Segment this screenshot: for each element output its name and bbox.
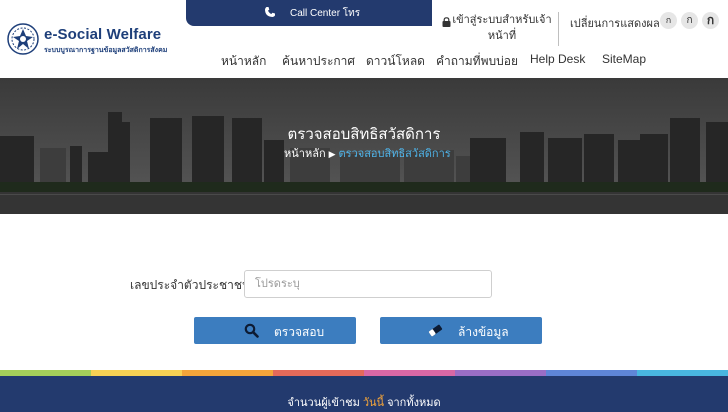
visitor-counter-today: วันนี้ bbox=[362, 397, 385, 409]
visitor-counter-prefix: จำนวนผู้เข้าชม bbox=[287, 397, 360, 409]
page-banner: ตรวจสอบสิทธิสวัสดิการ หน้าหลัก ▶ ตรวจสอบสิ… bbox=[0, 78, 728, 214]
page-title: ตรวจสอบสิทธิสวัสดิการ bbox=[287, 126, 441, 143]
brand-title: e-Social Welfare bbox=[44, 26, 162, 43]
breadcrumb-current: ตรวจสอบสิทธิสวัสดิการ bbox=[338, 148, 451, 160]
citizen-id-label: เลขประจำตัวประชาชน bbox=[130, 278, 251, 292]
check-rights-button[interactable]: ตรวจสอบ bbox=[194, 317, 356, 344]
check-rights-label: ตรวจสอบ bbox=[274, 325, 325, 339]
display-settings-label: เปลี่ยนการแสดงผล bbox=[570, 18, 660, 30]
site-footer: จำนวนผู้เข้าชม วันนี้ จากทั้งหมด bbox=[0, 376, 728, 412]
lock-icon bbox=[442, 17, 451, 27]
nav-help-desk[interactable]: Help Desk bbox=[530, 52, 585, 68]
breadcrumb: หน้าหลัก ▶ ตรวจสอบสิทธิสวัสดิการ bbox=[284, 144, 451, 162]
search-icon bbox=[244, 323, 259, 338]
call-center-label[interactable]: Call Center โทร bbox=[290, 6, 360, 21]
font-size-large-button[interactable]: ก bbox=[702, 12, 719, 29]
visitor-counter: จำนวนผู้เข้าชม วันนี้ จากทั้งหมด bbox=[0, 393, 728, 411]
nav-sitemap[interactable]: SiteMap bbox=[602, 52, 646, 68]
citizen-id-input[interactable] bbox=[244, 270, 492, 298]
nav-downloads[interactable]: ดาวน์โหลด bbox=[366, 52, 425, 68]
header-divider bbox=[558, 12, 559, 46]
breadcrumb-home-link[interactable]: หน้าหลัก bbox=[284, 148, 326, 160]
clear-form-label: ล้างข้อมูล bbox=[458, 325, 509, 339]
font-size-small-button[interactable]: ก bbox=[660, 12, 677, 29]
phone-icon bbox=[265, 7, 275, 17]
visitor-counter-suffix: จากทั้งหมด bbox=[387, 397, 441, 409]
font-size-medium-button[interactable]: ก bbox=[681, 12, 698, 29]
nav-home[interactable]: หน้าหลัก bbox=[221, 52, 266, 68]
breadcrumb-arrow-icon: ▶ bbox=[328, 149, 336, 159]
nav-faq[interactable]: คำถามที่พบบ่อย bbox=[436, 52, 518, 68]
eraser-icon bbox=[428, 324, 443, 337]
nav-search-announcements[interactable]: ค้นหาประกาศ bbox=[282, 52, 355, 68]
staff-login-link[interactable]: เข้าสู่ระบบสำหรับเจ้าหน้าที่ bbox=[440, 12, 552, 46]
site-logo[interactable]: e-Social Welfare ระบบบูรณาการฐานข้อมูลสว… bbox=[6, 22, 168, 58]
staff-login-label: เข้าสู่ระบบสำหรับเจ้าหน้าที่ bbox=[452, 14, 552, 42]
brand-subtitle: ระบบบูรณาการฐานข้อมูลสวัสดิการสังคม bbox=[44, 47, 168, 54]
clear-form-button[interactable]: ล้างข้อมูล bbox=[380, 317, 542, 344]
call-center-bar: Call Center โทร bbox=[186, 0, 432, 26]
ministry-emblem-icon bbox=[7, 23, 39, 55]
site-header: e-Social Welfare ระบบบูรณาการฐานข้อมูลสว… bbox=[0, 0, 728, 78]
